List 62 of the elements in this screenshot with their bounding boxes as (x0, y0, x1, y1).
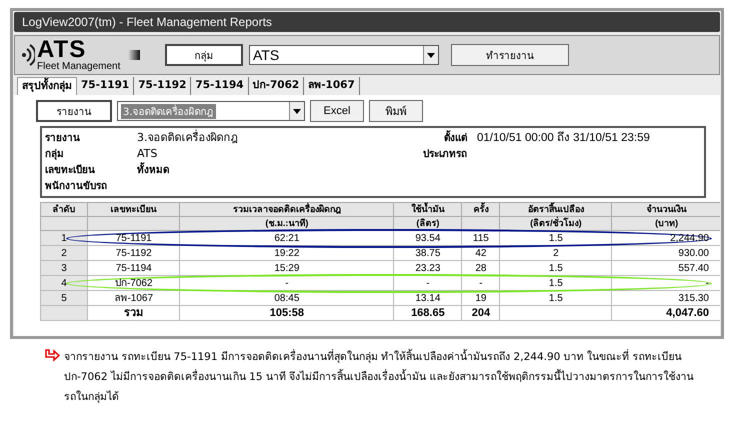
info-label: ประเภทรถ (422, 148, 468, 160)
column-header: ครั้ง (462, 202, 500, 230)
table-cell: 75-1192 (88, 246, 180, 260)
tab[interactable]: สรุปทั้งกลุ่ม (17, 77, 77, 95)
table-cell: 08:45 (180, 290, 394, 306)
report-dropdown[interactable]: 3.จอดติดเครื่องผิดกฎ (117, 101, 305, 121)
table-cell: - (394, 276, 462, 290)
run-report-button[interactable]: ทำรายงาน (451, 44, 569, 66)
total-cell: 168.65 (411, 307, 445, 319)
logo-text: ATS (37, 38, 86, 62)
total-cell: 4,047.60 (666, 307, 709, 319)
table-cell: 42 (462, 246, 500, 260)
info-label: เลขทะเบียน (45, 163, 96, 176)
column-header: ลำดับ (40, 202, 88, 230)
dropdown-arrow-icon (427, 52, 435, 58)
table-cell: 38.75 (394, 246, 462, 260)
info-value: ทั้งหมด (137, 162, 169, 176)
table-cell: 75-1194 (88, 260, 180, 276)
column-header: ใช้น้ำมัน (ลิตร) (394, 202, 462, 230)
row-number: 1 (40, 230, 88, 246)
group-dropdown[interactable]: ATS (249, 45, 439, 65)
column-header: อัตราสิ้นเปลือง (ลิตร/ชั่วโมง) (500, 202, 612, 230)
info-label: ตั้งแต่ (361, 130, 477, 144)
table-cell: ลพ-1067 (88, 290, 180, 306)
total-label: รวม (124, 307, 144, 319)
info-value: 01/10/51 00:00 ถึง 31/10/51 23:59 (477, 130, 650, 146)
column-header: รวมเวลาจอดติดเครื่องผิดกฎ (ช.ม.:นาที) (180, 202, 394, 230)
toolbar-button[interactable]: พิมพ์ (369, 100, 423, 122)
table-cell: 1.5 (500, 230, 612, 246)
table-cell: 1.5 (500, 290, 612, 306)
table-cell: 2 (500, 246, 612, 260)
column-header: เลขทะเบียน (88, 202, 180, 230)
info-label: กลุ่ม (45, 148, 65, 160)
table-cell: 93.54 (394, 230, 462, 246)
window-title: LogView2007(tm) - Fleet Management Reports (14, 12, 720, 32)
table-cell: - (462, 276, 500, 290)
row-number: 5 (40, 290, 88, 306)
logo-subtitle: Fleet Management (37, 62, 120, 72)
total-cell: 105:58 (270, 307, 304, 319)
signal-waves-icon (21, 42, 35, 68)
table-cell: 19:22 (180, 246, 394, 260)
gradient-square-icon (128, 50, 140, 60)
column-header: จำนวนเงิน (บาท) (612, 202, 720, 230)
table-cell: 15:29 (180, 260, 394, 276)
info-label: พนักงานขับรถ (45, 180, 108, 192)
table-cell: 13.14 (394, 290, 462, 306)
arrow-icon (44, 349, 60, 363)
row-number: 2 (40, 246, 88, 260)
caption: จากรายงาน รถทะเบียน 75-1191 มีการจอดติดเครื่องนานที่สุดในกลุ่ม ทำให้สิ้นเปลืองค่าน้ำมันรถถึง 2,244.90 บาท ในขณะที่ รถทะเบียน ปก-7062 ไม่มีการจอดติดเครื่องนานเกิน 15 นาที จึงไม่มีการสิ้นเปลืองเรื่องน้ำมัน และยังสามารถใช้พฤติกรรมนี้ไปวางมาตรการในการใช้งานรถในกลุ่มได้ (64, 348, 695, 405)
table-cell: 1.5 (500, 276, 612, 290)
table-cell: 115 (462, 230, 500, 246)
report-button[interactable]: รายงาน (36, 100, 112, 122)
dropdown-arrow-icon (293, 108, 301, 114)
group-button[interactable]: กลุ่ม (165, 44, 243, 66)
info-value: 3.จอดติดเครื่องผิดกฎ (137, 128, 238, 146)
row-number: 3 (40, 260, 88, 276)
toolbar-button[interactable]: Excel (310, 100, 364, 122)
total-cell: 204 (472, 307, 490, 319)
info-label: รายงาน (45, 132, 81, 144)
row-number: 4 (40, 276, 88, 290)
info-value: ATS (137, 146, 158, 160)
table-cell: 19 (462, 290, 500, 306)
